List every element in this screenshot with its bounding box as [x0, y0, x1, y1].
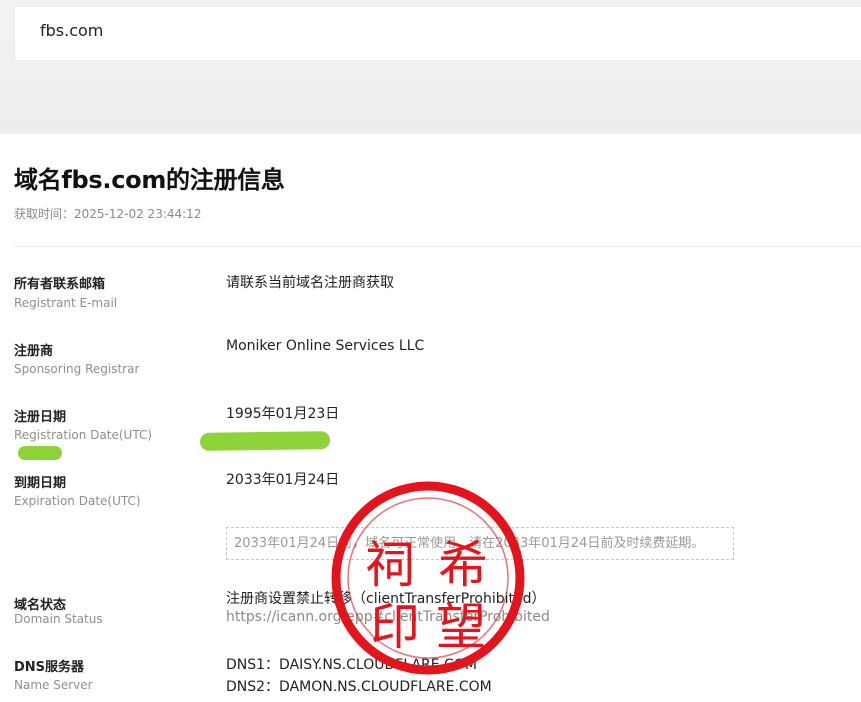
- registrar-label-en: Sponsoring Registrar: [14, 362, 140, 376]
- domain-search-box[interactable]: [14, 6, 861, 61]
- divider: [14, 246, 861, 247]
- highlight-mark-label: [18, 446, 62, 460]
- registration-date-label: 注册日期: [14, 410, 67, 425]
- email-label: 所有者联系邮箱: [14, 277, 106, 292]
- expiration-date-label: 到期日期: [14, 476, 67, 491]
- seal-stamp: 祠 希 印 望: [331, 481, 525, 675]
- registration-date-value: 1995年01月23日: [226, 406, 340, 422]
- svg-text:望: 望: [436, 598, 486, 656]
- domain-status-label: 域名状态: [14, 598, 67, 613]
- fetch-time: 获取时间：2025-12-02 23:44:12: [14, 207, 202, 221]
- email-value: 请联系当前域名注册商获取: [226, 275, 394, 291]
- registrar-value: Moniker Online Services LLC: [226, 338, 425, 354]
- dns-label-en: Name Server: [14, 678, 93, 692]
- page-title: 域名fbs.com的注册信息: [14, 166, 285, 194]
- domain-search-input[interactable]: [40, 21, 440, 40]
- svg-text:印: 印: [370, 598, 420, 656]
- domain-status-label-en: Domain Status: [14, 612, 103, 626]
- registrar-label: 注册商: [14, 344, 54, 359]
- dns-server-2: DNS2：DAMON.NS.CLOUDFLARE.COM: [226, 679, 492, 695]
- svg-text:希: 希: [438, 536, 488, 594]
- highlight-mark-date: [199, 431, 331, 451]
- expiration-date-value: 2033年01月24日: [226, 472, 340, 488]
- dns-label: DNS服务器: [14, 660, 85, 675]
- svg-text:祠: 祠: [365, 536, 415, 594]
- email-label-en: Registrant E-mail: [14, 296, 118, 310]
- expiration-date-label-en: Expiration Date(UTC): [14, 494, 141, 508]
- registration-date-label-en: Registration Date(UTC): [14, 428, 153, 442]
